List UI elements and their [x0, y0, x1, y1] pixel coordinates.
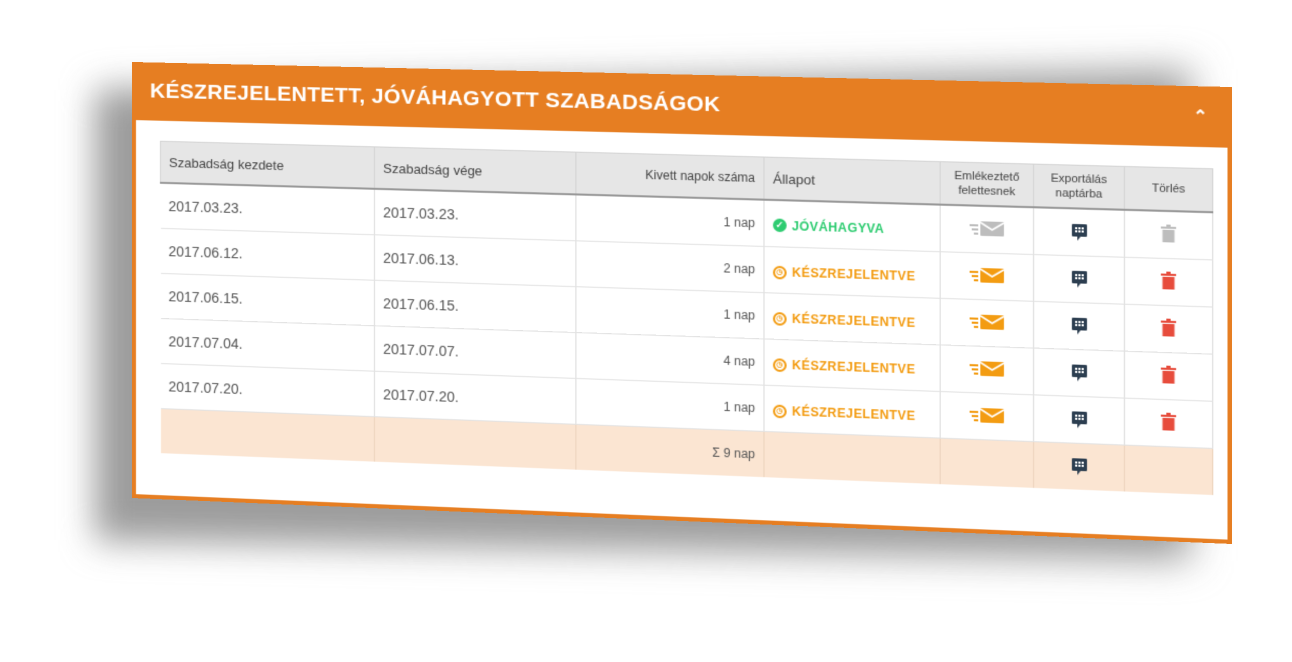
header-delete: Törlés: [1124, 166, 1213, 213]
sum-days: Σ 9 nap: [575, 424, 764, 478]
calendar-export-icon[interactable]: [1070, 361, 1087, 382]
status-label: KÉSZREJELENTVE: [791, 311, 916, 331]
cell-status: ◷ KÉSZREJELENTVE: [763, 385, 941, 439]
sum-empty: [1124, 445, 1213, 496]
calendar-export-icon[interactable]: [1070, 267, 1087, 288]
header-remind: Emlékeztető felettesnek: [940, 161, 1034, 208]
cell-export: [1033, 301, 1125, 352]
status-label: KÉSZREJELENTVE: [791, 404, 916, 424]
envelope-send-icon[interactable]: [967, 312, 1006, 332]
panel-title: KÉSZREJELENTETT, JÓVÁHAGYOTT SZABADSÁGOK: [149, 79, 721, 117]
status-badge: ◷ KÉSZREJELENTVE: [772, 403, 916, 424]
status-label: JÓVÁHAGYVA: [791, 218, 885, 236]
cell-start: 2017.06.15.: [160, 273, 375, 326]
cell-delete: [1124, 209, 1213, 260]
status-badge: ◷ KÉSZREJELENTVE: [772, 357, 916, 377]
sum-empty: [940, 438, 1034, 488]
trash-icon[interactable]: [1160, 271, 1177, 290]
cell-delete: [1124, 304, 1213, 355]
clock-icon: ◷: [772, 404, 787, 418]
trash-icon: [1160, 224, 1177, 243]
check-circle-icon: ✓: [772, 218, 787, 233]
envelope-send-icon[interactable]: [967, 265, 1006, 285]
trash-icon[interactable]: [1160, 412, 1177, 431]
trash-icon[interactable]: [1160, 365, 1177, 384]
sum-empty: [763, 431, 941, 485]
cell-status: ◷ KÉSZREJELENTVE: [763, 292, 941, 345]
cell-days: 4 nap: [575, 332, 764, 386]
header-days[interactable]: Kivett napok száma: [575, 152, 764, 200]
cell-export: [1033, 207, 1125, 258]
clock-icon: ◷: [772, 265, 787, 280]
status-badge: ✓ JÓVÁHAGYVA: [772, 218, 885, 236]
cell-start: 2017.07.04.: [160, 318, 375, 372]
header-end[interactable]: Szabadság vége: [374, 146, 576, 195]
cell-days: 1 nap: [575, 194, 764, 247]
status-badge: ◷ KÉSZREJELENTVE: [772, 265, 916, 284]
cell-export: [1033, 348, 1125, 399]
cell-end: 2017.06.15.: [374, 280, 576, 333]
cell-start: 2017.07.20.: [160, 363, 375, 417]
envelope-send-icon[interactable]: [967, 358, 1006, 378]
status-label: KÉSZREJELENTVE: [791, 265, 916, 284]
leave-panel: KÉSZREJELENTETT, JÓVÁHAGYOTT SZABADSÁGOK…: [132, 62, 1232, 544]
cell-delete: [1124, 351, 1213, 402]
cell-status: ✓ JÓVÁHAGYVA: [763, 199, 941, 252]
cell-days: 1 nap: [575, 286, 764, 339]
calendar-export-icon[interactable]: [1070, 314, 1087, 335]
clock-icon: ◷: [772, 311, 787, 326]
cell-end: 2017.07.07.: [374, 325, 576, 379]
cell-delete: [1124, 257, 1213, 308]
cell-status: ◷ KÉSZREJELENTVE: [763, 338, 941, 392]
trash-icon[interactable]: [1160, 318, 1177, 337]
status-label: KÉSZREJELENTVE: [791, 357, 916, 377]
cell-remind: [940, 344, 1034, 395]
header-export: Exportálás naptárba: [1033, 164, 1125, 210]
calendar-export-icon[interactable]: [1070, 220, 1087, 241]
cell-end: 2017.03.23.: [374, 188, 576, 241]
sum-empty: [160, 408, 375, 462]
header-status[interactable]: Állapot: [763, 157, 941, 205]
cell-remind: [940, 251, 1034, 302]
cell-days: 1 nap: [575, 378, 764, 432]
calendar-export-icon[interactable]: [1070, 454, 1087, 475]
header-start[interactable]: Szabadság kezdete: [160, 141, 375, 189]
cell-end: 2017.06.13.: [374, 234, 576, 287]
cell-export: [1033, 394, 1125, 446]
cell-export: [1033, 254, 1125, 305]
leave-table: Szabadság kezdete Szabadság vége Kivett …: [160, 141, 1213, 496]
cell-end: 2017.07.20.: [374, 371, 576, 425]
cell-remind: [940, 298, 1034, 349]
status-badge: ◷ KÉSZREJELENTVE: [772, 311, 916, 331]
envelope-send-icon[interactable]: [967, 405, 1006, 425]
chevron-up-icon[interactable]: ⌃: [1187, 102, 1215, 132]
cell-start: 2017.03.23.: [160, 182, 375, 235]
panel-body: Szabadság kezdete Szabadság vége Kivett …: [135, 120, 1228, 540]
clock-icon: ◷: [772, 357, 787, 372]
cell-days: 2 nap: [575, 240, 764, 293]
cell-start: 2017.06.12.: [160, 228, 375, 281]
cell-remind: [940, 204, 1034, 255]
sum-empty: [374, 416, 576, 470]
calendar-export-icon[interactable]: [1070, 408, 1087, 429]
envelope-send-icon: [967, 218, 1006, 238]
cell-delete: [1124, 398, 1213, 449]
cell-remind: [940, 391, 1034, 442]
cell-export-all: [1033, 441, 1125, 492]
cell-status: ◷ KÉSZREJELENTVE: [763, 246, 941, 299]
